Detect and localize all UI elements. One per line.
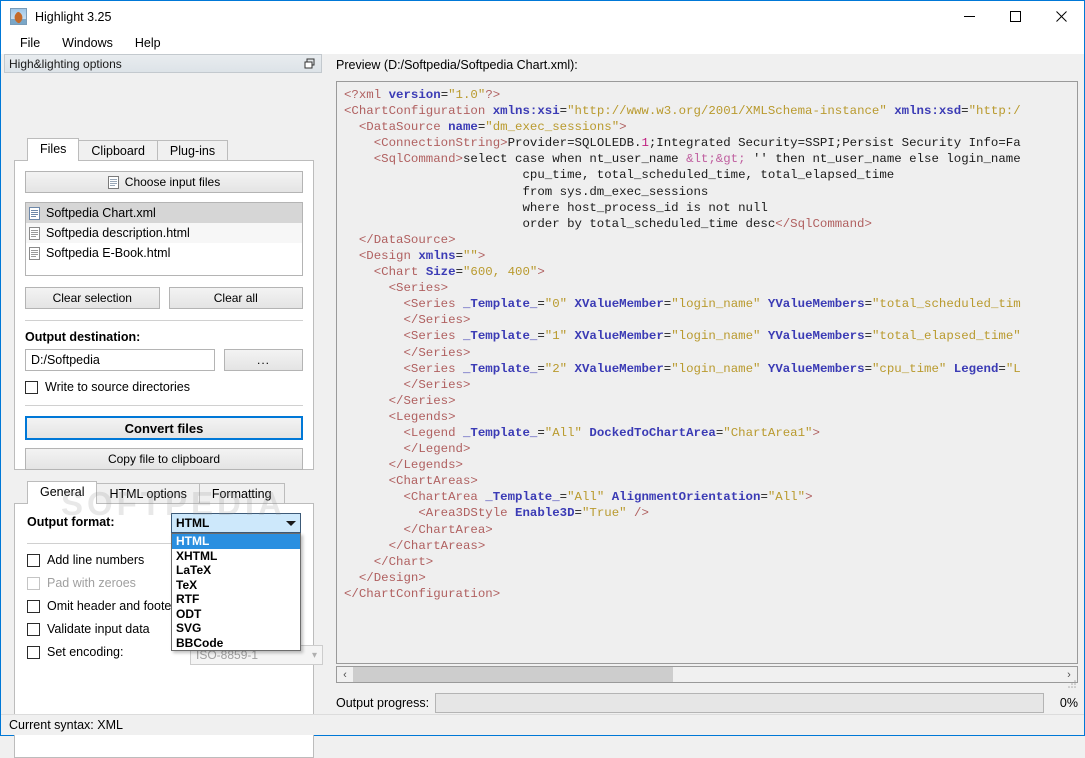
write-to-source-label: Write to source directories	[45, 380, 190, 394]
chevron-down-icon	[286, 520, 296, 526]
status-text: Current syntax: XML	[9, 718, 123, 732]
tab-general[interactable]: General	[27, 481, 98, 504]
list-item[interactable]: Softpedia Chart.xml	[26, 203, 302, 223]
output-progress-bar	[435, 693, 1044, 713]
undock-icon[interactable]	[303, 57, 317, 71]
input-file-list[interactable]: Softpedia Chart.xml Softpedia descriptio…	[25, 202, 303, 276]
tab-html-options[interactable]: HTML options	[96, 483, 200, 505]
dropdown-option-html[interactable]: HTML	[172, 534, 300, 549]
minimize-button[interactable]	[946, 1, 992, 32]
dropdown-option-odt[interactable]: ODT	[172, 607, 300, 622]
preview-label: Preview (D:/Softpedia/Softpedia Chart.xm…	[336, 58, 578, 72]
highlighting-options-panel-header: High&lighting options	[4, 54, 322, 73]
window-title: Highlight 3.25	[35, 9, 112, 24]
choose-input-files-label: Choose input files	[124, 175, 221, 189]
output-format-combobox[interactable]: HTML	[171, 513, 301, 533]
scroll-left-icon[interactable]: ‹	[337, 669, 353, 681]
validate-input-data-label: Validate input data	[47, 622, 150, 636]
list-action-buttons: Clear selection Clear all	[25, 287, 303, 309]
divider	[25, 405, 303, 406]
divider	[25, 320, 303, 321]
document-icon	[107, 175, 119, 189]
tab-formatting[interactable]: Formatting	[198, 483, 285, 505]
files-panel: Files Clipboard Plug-ins Choose input fi…	[14, 137, 314, 470]
tab-clipboard[interactable]: Clipboard	[78, 140, 158, 162]
files-tab-content: Choose input files Softpedia Chart.xml S…	[14, 160, 314, 470]
set-encoding-label: Set encoding:	[47, 645, 124, 659]
add-line-numbers-checkbox[interactable]	[27, 553, 40, 567]
output-destination-row: D:/Softpedia ...	[25, 349, 303, 371]
preview-panel: Preview (D:/Softpedia/Softpedia Chart.xm…	[331, 54, 1081, 713]
list-item-label: Softpedia E-Book.html	[46, 246, 171, 260]
chevron-down-icon: ▾	[311, 649, 317, 661]
options-tabstrip: General HTML options Formatting	[14, 480, 314, 505]
dropdown-option-latex[interactable]: LaTeX	[172, 563, 300, 578]
code-content: <?xml version="1.0"?> <ChartConfiguratio…	[344, 88, 1021, 601]
close-button[interactable]	[1038, 1, 1084, 32]
scrollbar-thumb[interactable]	[353, 667, 673, 682]
application-window: Highlight 3.25 File Windows Help High&li…	[0, 0, 1085, 758]
resize-grip[interactable]	[1067, 678, 1077, 688]
menu-item-windows[interactable]: Windows	[51, 34, 124, 52]
clear-selection-button[interactable]: Clear selection	[25, 287, 160, 309]
panel-title: High&lighting options	[9, 56, 122, 71]
pad-with-zeroes-label: Pad with zeroes	[47, 576, 136, 590]
scrollbar-track[interactable]	[353, 667, 1061, 682]
output-progress-row: Output progress: 0%	[336, 692, 1078, 714]
dropdown-option-svg[interactable]: SVG	[172, 621, 300, 636]
omit-header-footer-label: Omit header and footer	[47, 599, 176, 613]
copy-file-to-clipboard-button[interactable]: Copy file to clipboard	[25, 448, 303, 470]
window-controls	[946, 1, 1084, 32]
menu-bar: File Windows Help	[1, 32, 1084, 54]
menu-item-file[interactable]: File	[9, 34, 51, 52]
omit-header-footer-checkbox[interactable]	[27, 599, 40, 613]
tab-plugins[interactable]: Plug-ins	[156, 140, 229, 162]
browse-button[interactable]: ...	[224, 349, 303, 371]
title-bar: Highlight 3.25	[1, 1, 1084, 32]
output-format-label: Output format:	[27, 515, 115, 529]
maximize-button[interactable]	[992, 1, 1038, 32]
dropdown-option-bbcode[interactable]: BBCode	[172, 636, 300, 651]
menu-item-help[interactable]: Help	[124, 34, 172, 52]
output-destination-input[interactable]: D:/Softpedia	[25, 349, 215, 371]
list-item-label: Softpedia Chart.xml	[46, 206, 156, 220]
validate-input-data-checkbox[interactable]	[27, 622, 40, 636]
html-file-icon	[29, 226, 40, 240]
status-bar: Current syntax: XML	[1, 714, 1084, 735]
dropdown-option-tex[interactable]: TeX	[172, 578, 300, 593]
left-panel: High&lighting options Files Clipboard Pl…	[1, 54, 325, 758]
title-bar-left: Highlight 3.25	[1, 1, 1084, 32]
add-line-numbers-label: Add line numbers	[47, 553, 145, 567]
choose-input-files-button[interactable]: Choose input files	[25, 171, 303, 193]
dropdown-option-rtf[interactable]: RTF	[172, 592, 300, 607]
xml-file-icon	[29, 206, 40, 220]
convert-files-button[interactable]: Convert files	[25, 416, 303, 440]
list-item[interactable]: Softpedia E-Book.html	[26, 243, 302, 263]
pad-with-zeroes-checkbox	[27, 576, 40, 590]
horizontal-scrollbar[interactable]: ‹ ›	[336, 666, 1078, 683]
html-file-icon	[29, 246, 40, 260]
output-format-dropdown-list[interactable]: HTML XHTML LaTeX TeX RTF ODT SVG BBCode	[171, 533, 301, 651]
output-destination-label: Output destination:	[25, 330, 141, 344]
code-preview-area[interactable]: <?xml version="1.0"?> <ChartConfiguratio…	[336, 81, 1078, 664]
output-progress-label: Output progress:	[336, 696, 430, 710]
dropdown-option-xhtml[interactable]: XHTML	[172, 549, 300, 564]
output-format-value: HTML	[176, 516, 210, 530]
list-item[interactable]: Softpedia description.html	[26, 223, 302, 243]
write-to-source-checkbox[interactable]	[25, 380, 38, 394]
tab-files[interactable]: Files	[27, 138, 80, 161]
files-tabstrip: Files Clipboard Plug-ins	[14, 137, 314, 162]
app-icon	[10, 8, 27, 25]
output-progress-percent: 0%	[1059, 696, 1078, 710]
clear-all-button[interactable]: Clear all	[168, 287, 303, 309]
write-to-source-row[interactable]: Write to source directories	[25, 380, 303, 394]
list-item-label: Softpedia description.html	[46, 226, 190, 240]
set-encoding-checkbox[interactable]	[27, 645, 40, 659]
